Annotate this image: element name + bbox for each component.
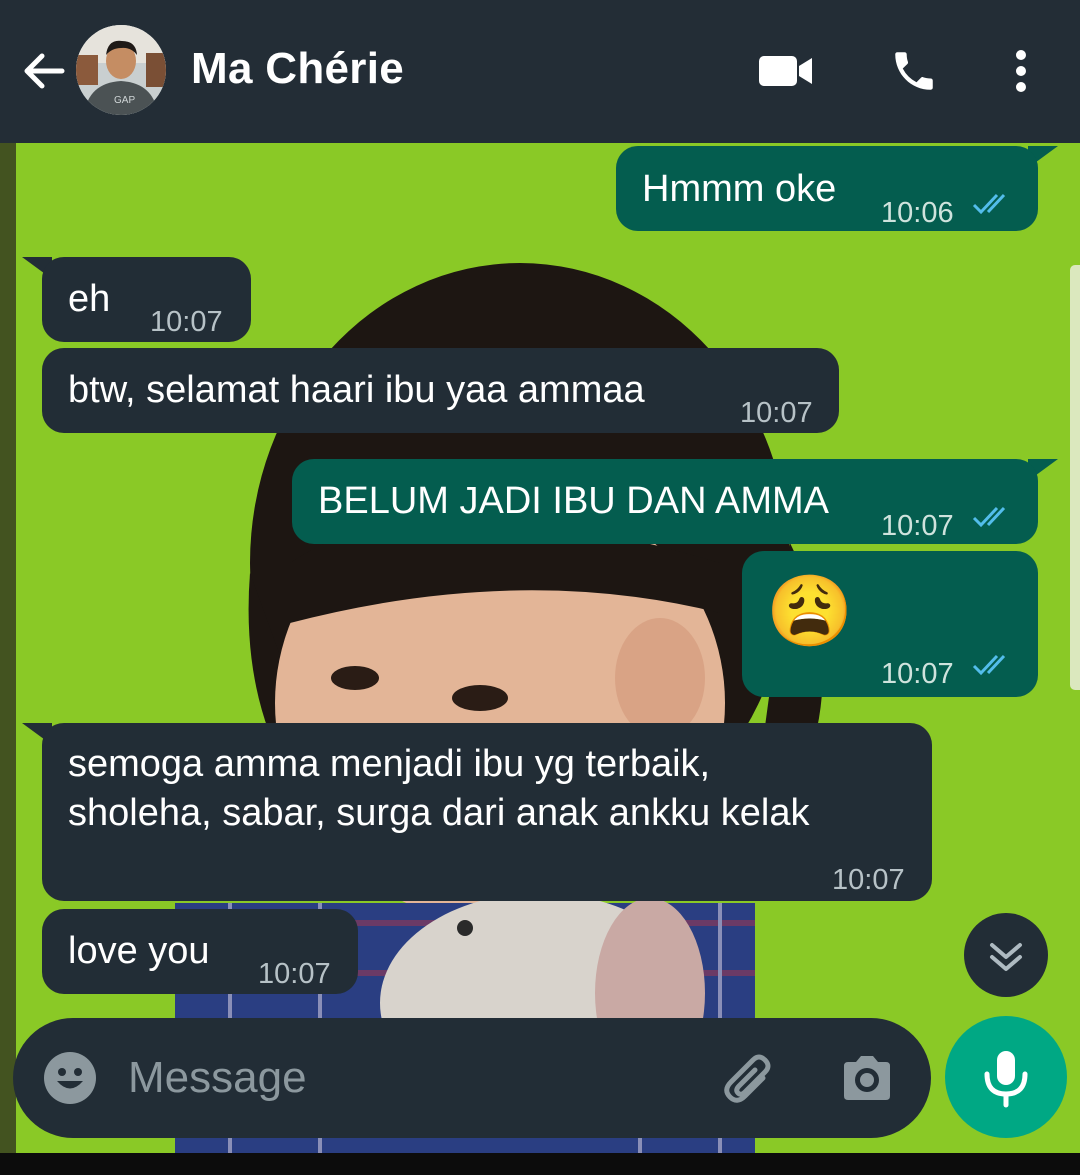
message-time: 10:07 (740, 397, 813, 429)
scrollbar[interactable] (1070, 265, 1080, 690)
contact-name[interactable]: Ma Chérie (191, 44, 404, 94)
read-receipt-icon (972, 506, 1006, 528)
message-time: 10:07 (881, 658, 954, 690)
message-text: Hmmm oke (642, 168, 837, 210)
emoji-icon[interactable] (43, 1051, 97, 1105)
message-incoming[interactable]: semoga amma menjadi ibu yg terbaik, shol… (42, 723, 932, 901)
message-time: 10:07 (832, 864, 905, 896)
video-call-icon[interactable] (756, 46, 816, 96)
message-text-line: semoga amma menjadi ibu yg terbaik, (68, 743, 711, 785)
message-text: eh (68, 278, 111, 320)
message-outgoing[interactable]: Hmmm oke 10:06 (616, 146, 1038, 231)
voice-record-button[interactable] (945, 1016, 1067, 1138)
chat-header: GAP Ma Chérie (0, 0, 1080, 143)
message-composer[interactable]: Message (13, 1018, 931, 1138)
mic-icon (984, 1051, 1028, 1108)
double-chevron-down-icon (990, 943, 1022, 971)
chat-area[interactable]: Hmmm oke 10:06 eh 10:07 btw, selamat haa… (0, 143, 1080, 1153)
message-incoming[interactable]: love you 10:07 (42, 909, 358, 994)
camera-icon[interactable] (839, 1050, 895, 1106)
message-text-line: sholeha, sabar, surga dari anak ankku ke… (68, 792, 810, 834)
read-receipt-icon (972, 193, 1006, 215)
read-receipt-icon (972, 654, 1006, 676)
message-input[interactable]: Message (128, 1053, 307, 1103)
scroll-to-bottom-button[interactable] (964, 913, 1048, 997)
message-outgoing[interactable]: BELUM JADI IBU DAN AMMA 10:07 (292, 459, 1038, 544)
back-arrow-icon[interactable] (18, 46, 68, 96)
message-text: love you (68, 930, 210, 972)
avatar[interactable]: GAP (76, 25, 166, 115)
system-nav-bar (0, 1153, 1080, 1175)
more-vert-icon[interactable] (996, 46, 1046, 96)
message-time: 10:07 (881, 510, 954, 542)
message-text: btw, selamat haari ibu yaa ammaa (68, 369, 645, 411)
svg-text:GAP: GAP (114, 95, 135, 106)
message-outgoing[interactable]: 😩 10:07 (742, 551, 1038, 697)
emoji-weary-face: 😩 (766, 572, 854, 650)
phone-icon[interactable] (884, 46, 944, 96)
message-time: 10:07 (258, 958, 331, 990)
attach-icon[interactable] (721, 1052, 781, 1108)
message-text: BELUM JADI IBU DAN AMMA (318, 480, 829, 522)
message-incoming[interactable]: eh 10:07 (42, 257, 251, 342)
message-incoming[interactable]: btw, selamat haari ibu yaa ammaa 10:07 (42, 348, 839, 433)
message-time: 10:07 (150, 306, 223, 338)
message-time: 10:06 (881, 197, 954, 229)
